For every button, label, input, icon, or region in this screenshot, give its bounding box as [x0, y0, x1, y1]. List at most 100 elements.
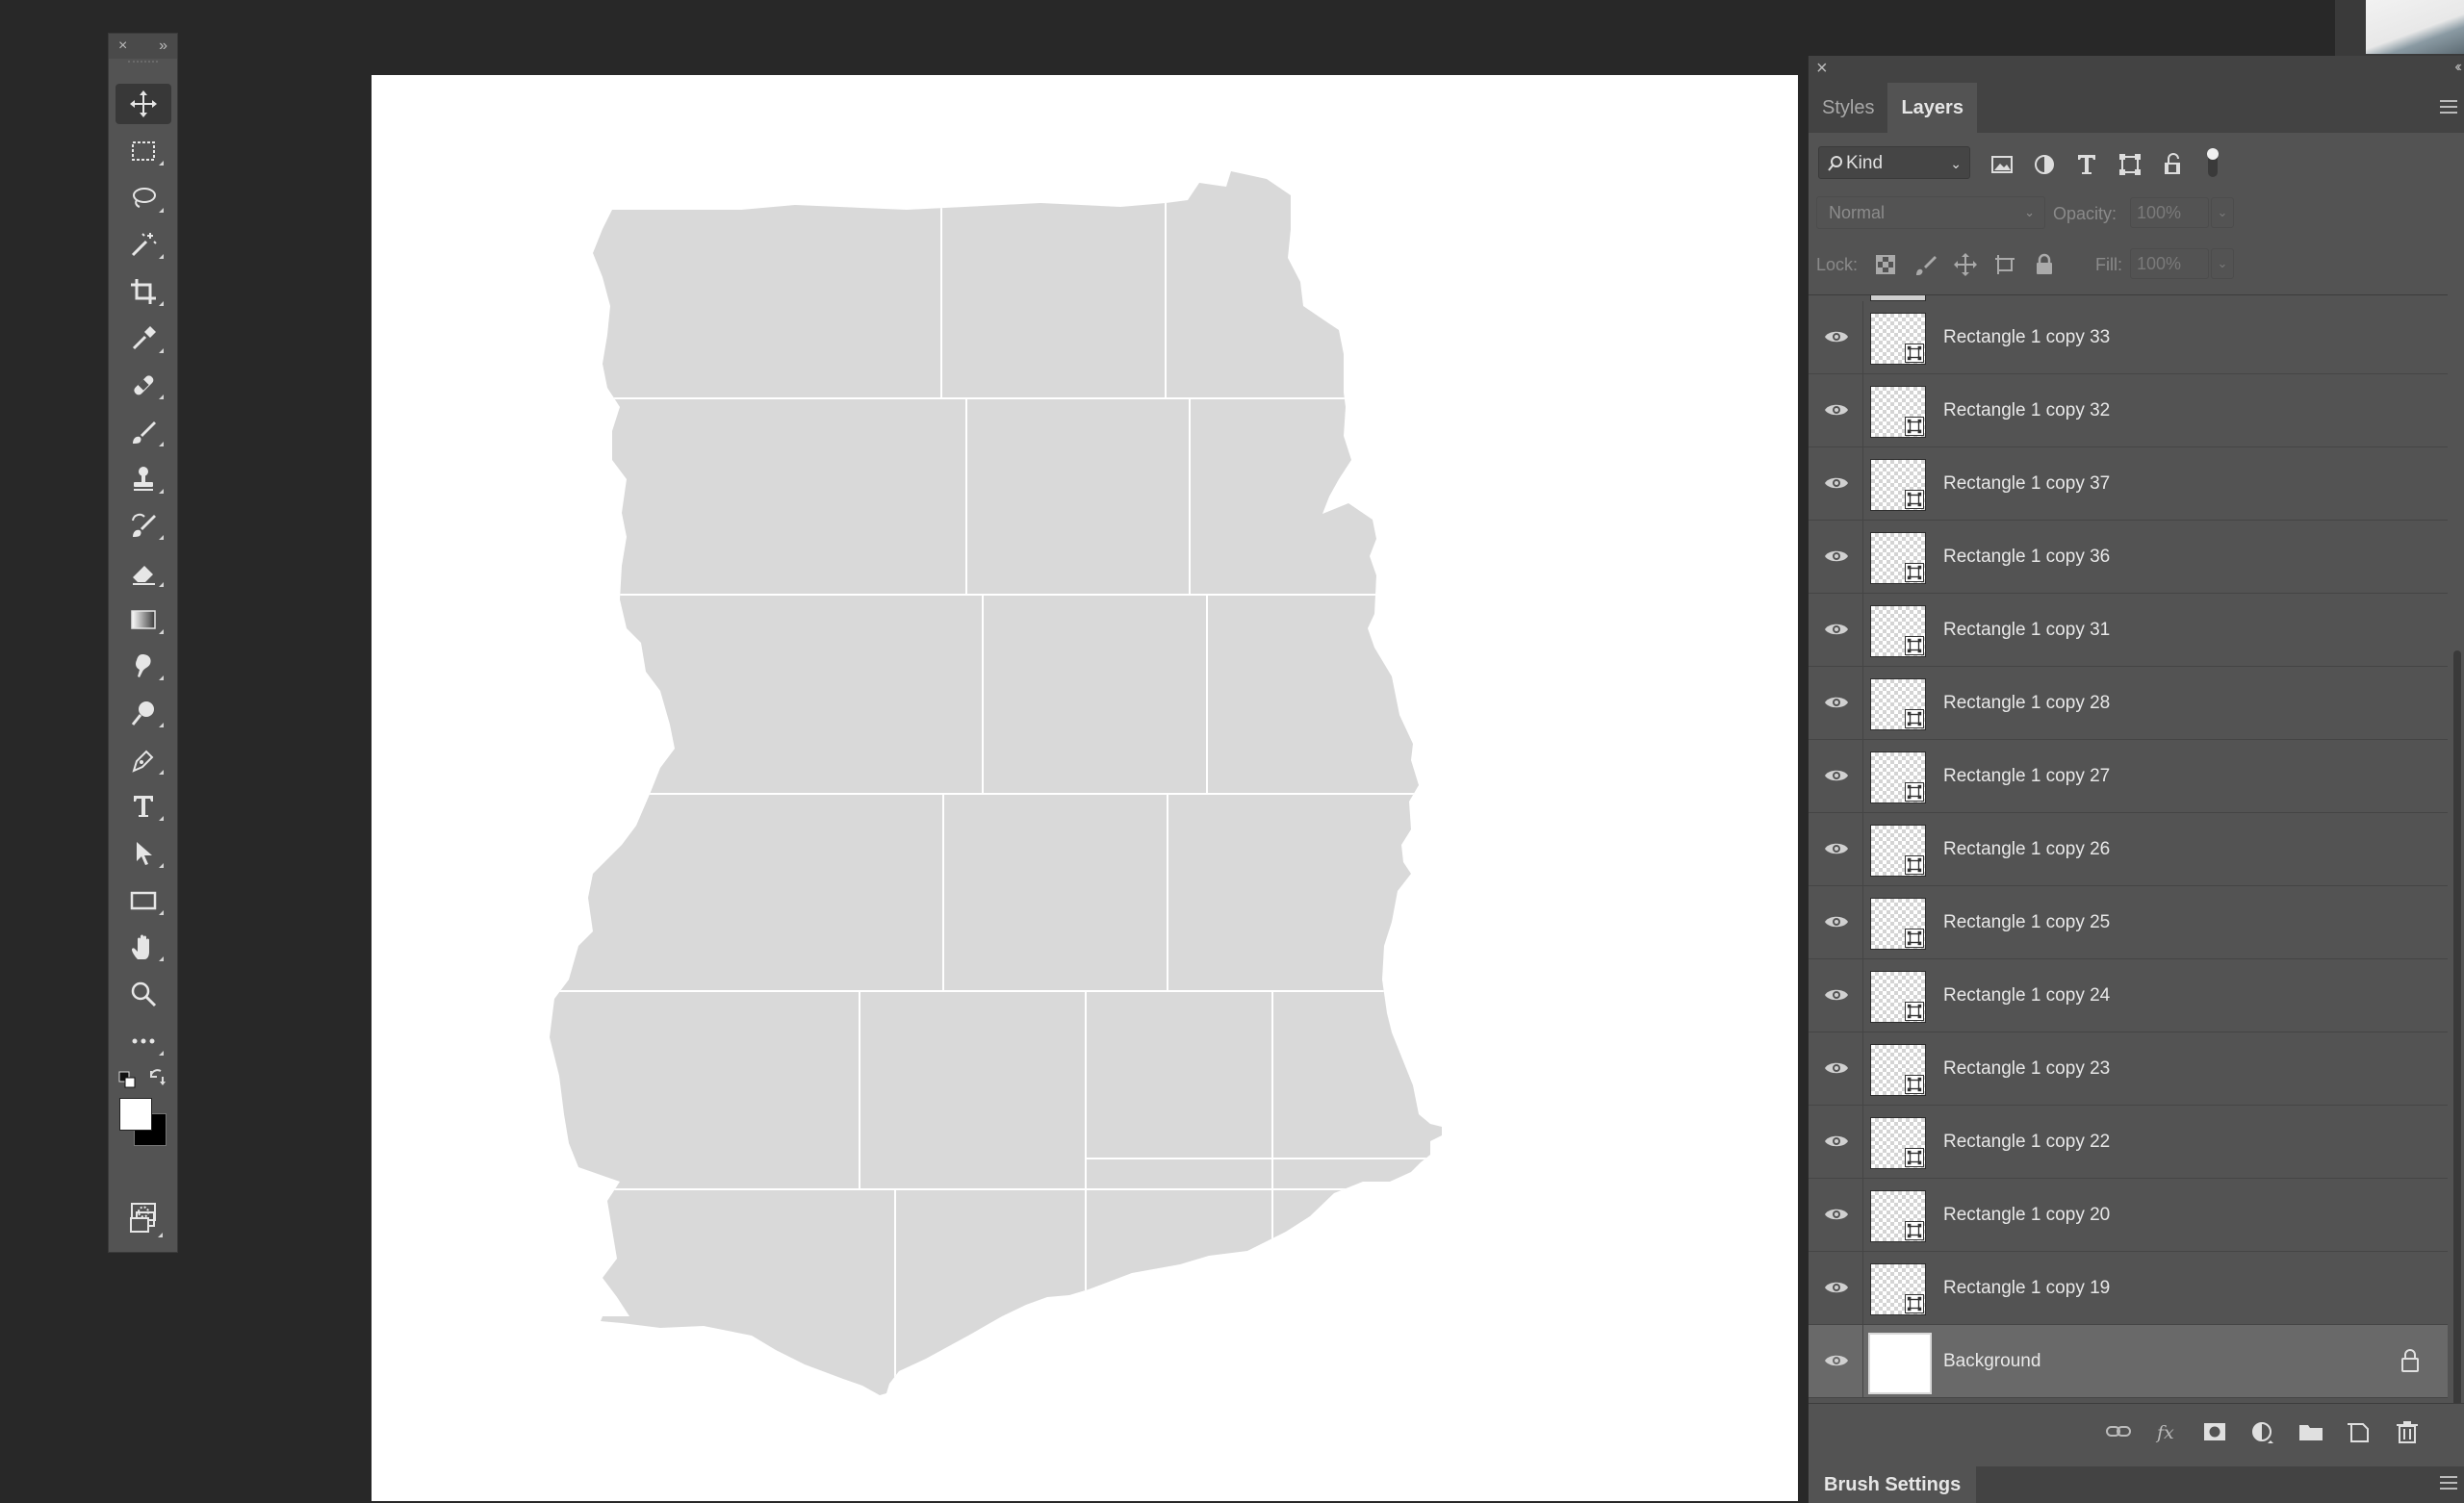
layer-row[interactable]: Rectangle 1 copy 32 — [1809, 374, 2448, 447]
panel-menu-icon[interactable] — [2440, 96, 2457, 117]
layer-thumbnail — [1868, 1333, 1932, 1394]
layer-list-scrollbar[interactable] — [2448, 294, 2464, 1459]
document-canvas[interactable] — [372, 75, 1798, 1501]
new-layer-icon[interactable] — [2346, 1419, 2373, 1444]
blend-mode-select[interactable]: Normal ⌄ — [1816, 196, 2045, 229]
tab-styles[interactable]: Styles — [1809, 83, 1887, 133]
new-group-folder-icon[interactable] — [2297, 1419, 2324, 1444]
layer-row[interactable]: Rectangle 1 copy 33 — [1809, 301, 2448, 374]
tab-brush-settings[interactable]: Brush Settings — [1809, 1466, 1977, 1503]
layer-row[interactable]: Rectangle 1 copy 37 — [1809, 447, 2448, 521]
eye-icon[interactable] — [1824, 399, 1849, 420]
close-tools-panel-icon[interactable]: × — [118, 38, 127, 55]
filter-shape-layers-icon[interactable] — [2118, 152, 2143, 177]
add-mask-icon[interactable] — [2201, 1419, 2228, 1444]
layer-row[interactable]: Rectangle 1 copy 25 — [1809, 886, 2448, 959]
dodge-tool[interactable] — [116, 693, 171, 733]
move-tool[interactable] — [116, 84, 171, 124]
layer-row[interactable]: Rectangle 1 copy 27 — [1809, 740, 2448, 813]
smudge-tool[interactable] — [116, 646, 171, 686]
new-adjustment-layer-icon[interactable] — [2249, 1419, 2276, 1444]
layer-list[interactable]: Rectangle 1 copy 33 Rectangle 1 copy 32 … — [1809, 294, 2448, 1460]
layer-row[interactable]: Rectangle 1 copy 28 — [1809, 667, 2448, 740]
fill-input[interactable]: 100% — [2130, 248, 2209, 279]
layer-row[interactable]: Rectangle 1 copy 19 — [1809, 1252, 2448, 1325]
pen-icon — [132, 750, 154, 773]
filter-kind-select[interactable]: Kind ⌄ — [1818, 146, 1970, 179]
eye-icon[interactable] — [1824, 472, 1849, 494]
document-thumbnail[interactable] — [2366, 0, 2464, 54]
filter-type-layers-icon[interactable] — [2074, 152, 2099, 177]
screen-mode-button[interactable] — [115, 1203, 170, 1243]
eraser-tool[interactable] — [116, 552, 171, 593]
path-selection-tool[interactable] — [116, 833, 171, 874]
eye-icon[interactable] — [1824, 765, 1849, 786]
eye-icon[interactable] — [1824, 1057, 1849, 1079]
collapse-tools-panel-icon[interactable]: » — [159, 38, 167, 55]
eye-icon[interactable] — [1824, 692, 1849, 713]
layer-row-background[interactable]: Background — [1809, 1325, 2448, 1398]
layer-row[interactable]: Rectangle 1 copy 22 — [1809, 1106, 2448, 1179]
rectangle-tool[interactable] — [116, 880, 171, 921]
gradient-tool[interactable] — [116, 599, 171, 640]
swap-colors-icon[interactable] — [147, 1067, 168, 1088]
eye-icon[interactable] — [1824, 1131, 1849, 1152]
close-panel-icon[interactable]: × — [1816, 58, 1828, 80]
eye-icon[interactable] — [1824, 326, 1849, 347]
layer-row[interactable]: Rectangle 1 copy 26 — [1809, 813, 2448, 886]
layer-row[interactable]: Rectangle 1 copy 36 — [1809, 521, 2448, 594]
lock-transparent-pixels-icon[interactable] — [1874, 253, 1897, 276]
clone-stamp-tool[interactable] — [116, 459, 171, 499]
filter-toggle-icon[interactable] — [2205, 146, 2220, 179]
tab-layers[interactable]: Layers — [1887, 83, 1977, 133]
default-colors-icon[interactable] — [118, 1071, 136, 1088]
foreground-color-swatch[interactable] — [119, 1098, 152, 1131]
fill-dropdown[interactable]: ⌄ — [2211, 248, 2234, 279]
type-tool[interactable] — [116, 786, 171, 827]
delete-layer-trash-icon[interactable] — [2394, 1419, 2421, 1444]
layer-row[interactable]: Rectangle 1 copy 20 — [1809, 1179, 2448, 1252]
filter-pixel-layers-icon[interactable] — [1989, 152, 2015, 177]
filter-smart-objects-icon[interactable] — [2161, 152, 2186, 177]
scrollbar-thumb[interactable] — [2453, 650, 2461, 1439]
tools-panel-grip[interactable] — [128, 61, 158, 70]
lock-icon[interactable] — [2400, 1348, 2421, 1373]
crop-tool[interactable] — [116, 271, 171, 312]
link-layers-icon[interactable] — [2105, 1419, 2132, 1444]
lasso-tool[interactable] — [116, 178, 171, 218]
eye-icon[interactable] — [1824, 1350, 1849, 1371]
layer-row[interactable]: Rectangle 1 copy 23 — [1809, 1032, 2448, 1106]
marquee-tool[interactable] — [116, 131, 171, 171]
magic-wand-tool[interactable] — [116, 224, 171, 265]
zoom-tool[interactable] — [116, 974, 171, 1014]
eye-icon[interactable] — [1824, 984, 1849, 1006]
eye-icon[interactable] — [1824, 546, 1849, 567]
layer-style-fx-icon[interactable]: fx — [2153, 1419, 2180, 1444]
opacity-dropdown[interactable]: ⌄ — [2211, 197, 2234, 228]
brush-panel-menu-icon[interactable] — [2440, 1472, 2457, 1493]
filter-adjustment-layers-icon[interactable] — [2032, 152, 2057, 177]
opacity-input[interactable]: 100% — [2130, 197, 2209, 228]
lock-all-icon[interactable] — [2033, 253, 2056, 276]
lock-artboard-icon[interactable] — [1993, 253, 2016, 276]
lock-image-pixels-icon[interactable] — [1914, 253, 1938, 276]
hand-tool[interactable] — [116, 927, 171, 967]
eyedropper-tool[interactable] — [116, 318, 171, 359]
brush-tool[interactable] — [116, 412, 171, 452]
history-brush-tool[interactable] — [116, 505, 171, 546]
eye-icon[interactable] — [1824, 619, 1849, 640]
marquee-icon — [132, 141, 155, 161]
svg-text:fx: fx — [2155, 1422, 2174, 1443]
pen-tool[interactable] — [116, 740, 171, 780]
collapse-panel-icon[interactable]: ‹‹ — [2454, 59, 2461, 76]
healing-brush-tool[interactable] — [116, 365, 171, 405]
eye-icon[interactable] — [1824, 911, 1849, 932]
eye-icon[interactable] — [1824, 1204, 1849, 1225]
lock-position-icon[interactable] — [1954, 253, 1977, 276]
eye-icon[interactable] — [1824, 838, 1849, 859]
layer-row[interactable]: Rectangle 1 copy 24 — [1809, 959, 2448, 1032]
more-tools[interactable] — [116, 1021, 171, 1061]
layer-name: Rectangle 1 copy 28 — [1943, 693, 2111, 713]
eye-icon[interactable] — [1824, 1277, 1849, 1298]
layer-row[interactable]: Rectangle 1 copy 31 — [1809, 594, 2448, 667]
